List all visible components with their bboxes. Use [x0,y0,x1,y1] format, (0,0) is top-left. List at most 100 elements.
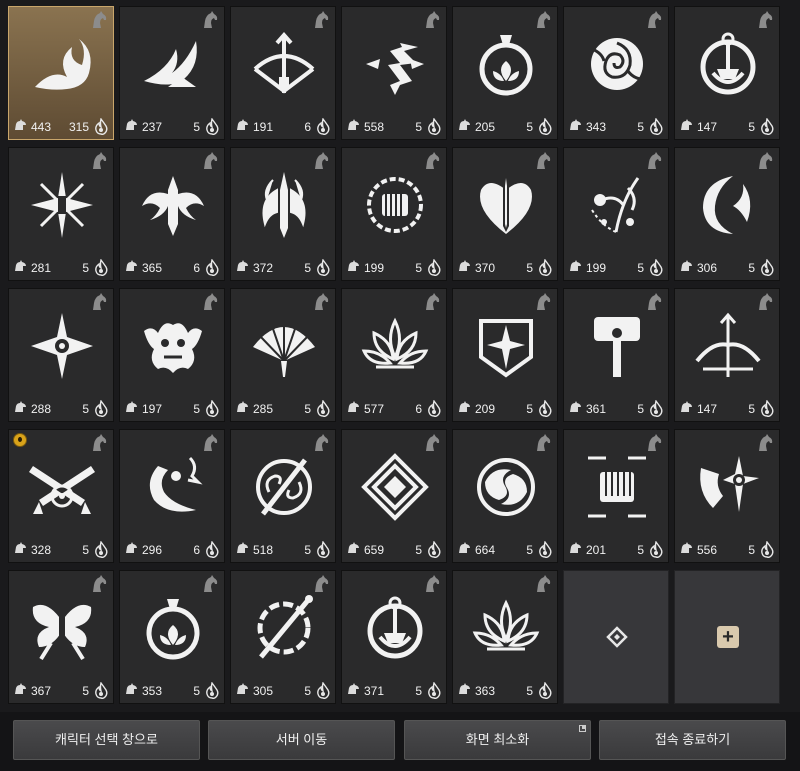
stat-icon [458,542,475,557]
minimize-button[interactable]: 화면 최소화 [404,720,591,760]
anchor-emblem-icon [700,32,756,95]
horse-icon [89,151,109,171]
stat-display: 199 [347,260,384,275]
stat-display: 237 [125,119,162,134]
character-slot[interactable]: 518 5 [230,429,336,563]
level-value: 6 [304,120,311,134]
character-slot[interactable]: 199 5 [341,147,447,281]
flame-icon [204,681,220,700]
character-slot[interactable]: 577 6 [341,288,447,422]
server-move-button[interactable]: 서버 이동 [208,720,395,760]
stat-value: 191 [253,119,274,134]
slot-footer: 343 5 [564,117,668,136]
character-slot[interactable]: 372 5 [230,147,336,281]
wing-emblem-icon [144,41,197,87]
level-value: 315 [68,120,89,134]
stat-display: 199 [569,260,606,275]
slot-footer: 367 5 [9,681,113,700]
character-slot[interactable]: 343 5 [563,6,669,140]
stat-display: 370 [458,260,495,275]
plus-icon[interactable]: + [717,626,739,648]
stat-value: 306 [697,260,718,275]
add-character-slot[interactable]: + [674,570,780,704]
character-slot[interactable]: 363 5 [452,570,558,704]
character-slot[interactable]: 296 6 [119,429,225,563]
stat-icon [680,260,697,275]
stat-display: 343 [569,119,606,134]
butterfly-emblem-icon [32,604,92,661]
character-slot[interactable]: 197 5 [119,288,225,422]
flame-icon [93,681,109,700]
stat-icon [14,401,31,416]
stat-value: 363 [475,683,496,698]
empty-slot[interactable] [563,570,669,704]
flame-icon [93,258,109,277]
stat-icon [125,119,142,134]
stat-value: 367 [31,683,52,698]
character-slot[interactable]: 365 6 [119,147,225,281]
character-slot[interactable]: 147 5 [674,288,780,422]
rose-emblem-icon [591,38,643,90]
character-slot[interactable]: 199 5 [563,147,669,281]
character-slot[interactable]: 191 6 [230,6,336,140]
character-slot[interactable]: 201 5 [563,429,669,563]
character-slot[interactable]: 305 5 [230,570,336,704]
flame-icon [204,117,220,136]
exit-button[interactable]: 접속 종료하기 [599,720,786,760]
flame-icon [537,258,553,277]
character-slot[interactable]: 281 5 [8,147,114,281]
slot-footer: 577 6 [342,399,446,418]
stat-display: 205 [458,119,495,134]
exit-label: 접속 종료하기 [654,732,731,747]
slot-footer: 197 5 [120,399,224,418]
character-slot[interactable]: 370 5 [452,147,558,281]
stat-icon [569,401,586,416]
flame-icon [648,399,664,418]
level-value: 5 [415,120,422,134]
flame-icon [204,258,220,277]
character-slot[interactable]: 361 5 [563,288,669,422]
flame-icon [759,399,775,418]
stat-display: 371 [347,683,384,698]
character-slot[interactable]: 328 5 [8,429,114,563]
character-slot[interactable]: 659 5 [341,429,447,563]
stat-icon [14,260,31,275]
stat-display: 328 [14,542,51,557]
character-slot[interactable]: 371 5 [341,570,447,704]
stat-icon [347,119,364,134]
horn-emblem-icon [149,456,203,512]
level-value: 6 [193,543,200,557]
stat-value: 205 [475,119,496,134]
character-slot[interactable]: 558 5 [341,6,447,140]
level-value: 5 [82,543,89,557]
character-select-button[interactable]: 캐릭터 선택 창으로 [13,720,200,760]
stat-display: 518 [236,542,273,557]
character-slot[interactable]: 353 5 [119,570,225,704]
character-slot[interactable]: 288 5 [8,288,114,422]
character-slot[interactable]: 237 5 [119,6,225,140]
horse-icon [533,10,553,30]
character-slot[interactable]: 205 5 [452,6,558,140]
stat-icon [347,401,364,416]
character-slot[interactable]: 664 5 [452,429,558,563]
character-slot[interactable]: 306 5 [674,147,780,281]
character-slot[interactable]: 209 5 [452,288,558,422]
character-slot[interactable]: 443 315 [8,6,114,140]
character-slot[interactable]: 556 5 [674,429,780,563]
stat-display: 558 [347,119,384,134]
stat-display: 285 [236,401,273,416]
level-value: 5 [526,543,533,557]
horse-icon [200,10,220,30]
character-slot[interactable]: 367 5 [8,570,114,704]
character-slot[interactable]: 147 5 [674,6,780,140]
slot-footer: 361 5 [564,399,668,418]
level-value: 5 [748,402,755,416]
fan-emblem-icon [253,319,315,377]
flaming-staff-emblem-icon [257,595,313,659]
stat-value: 372 [253,260,274,275]
hammer-emblem-icon [594,317,640,377]
horse-icon [311,10,331,30]
character-slot[interactable]: 285 5 [230,288,336,422]
stat-display: 556 [680,542,717,557]
level-value: 5 [304,543,311,557]
